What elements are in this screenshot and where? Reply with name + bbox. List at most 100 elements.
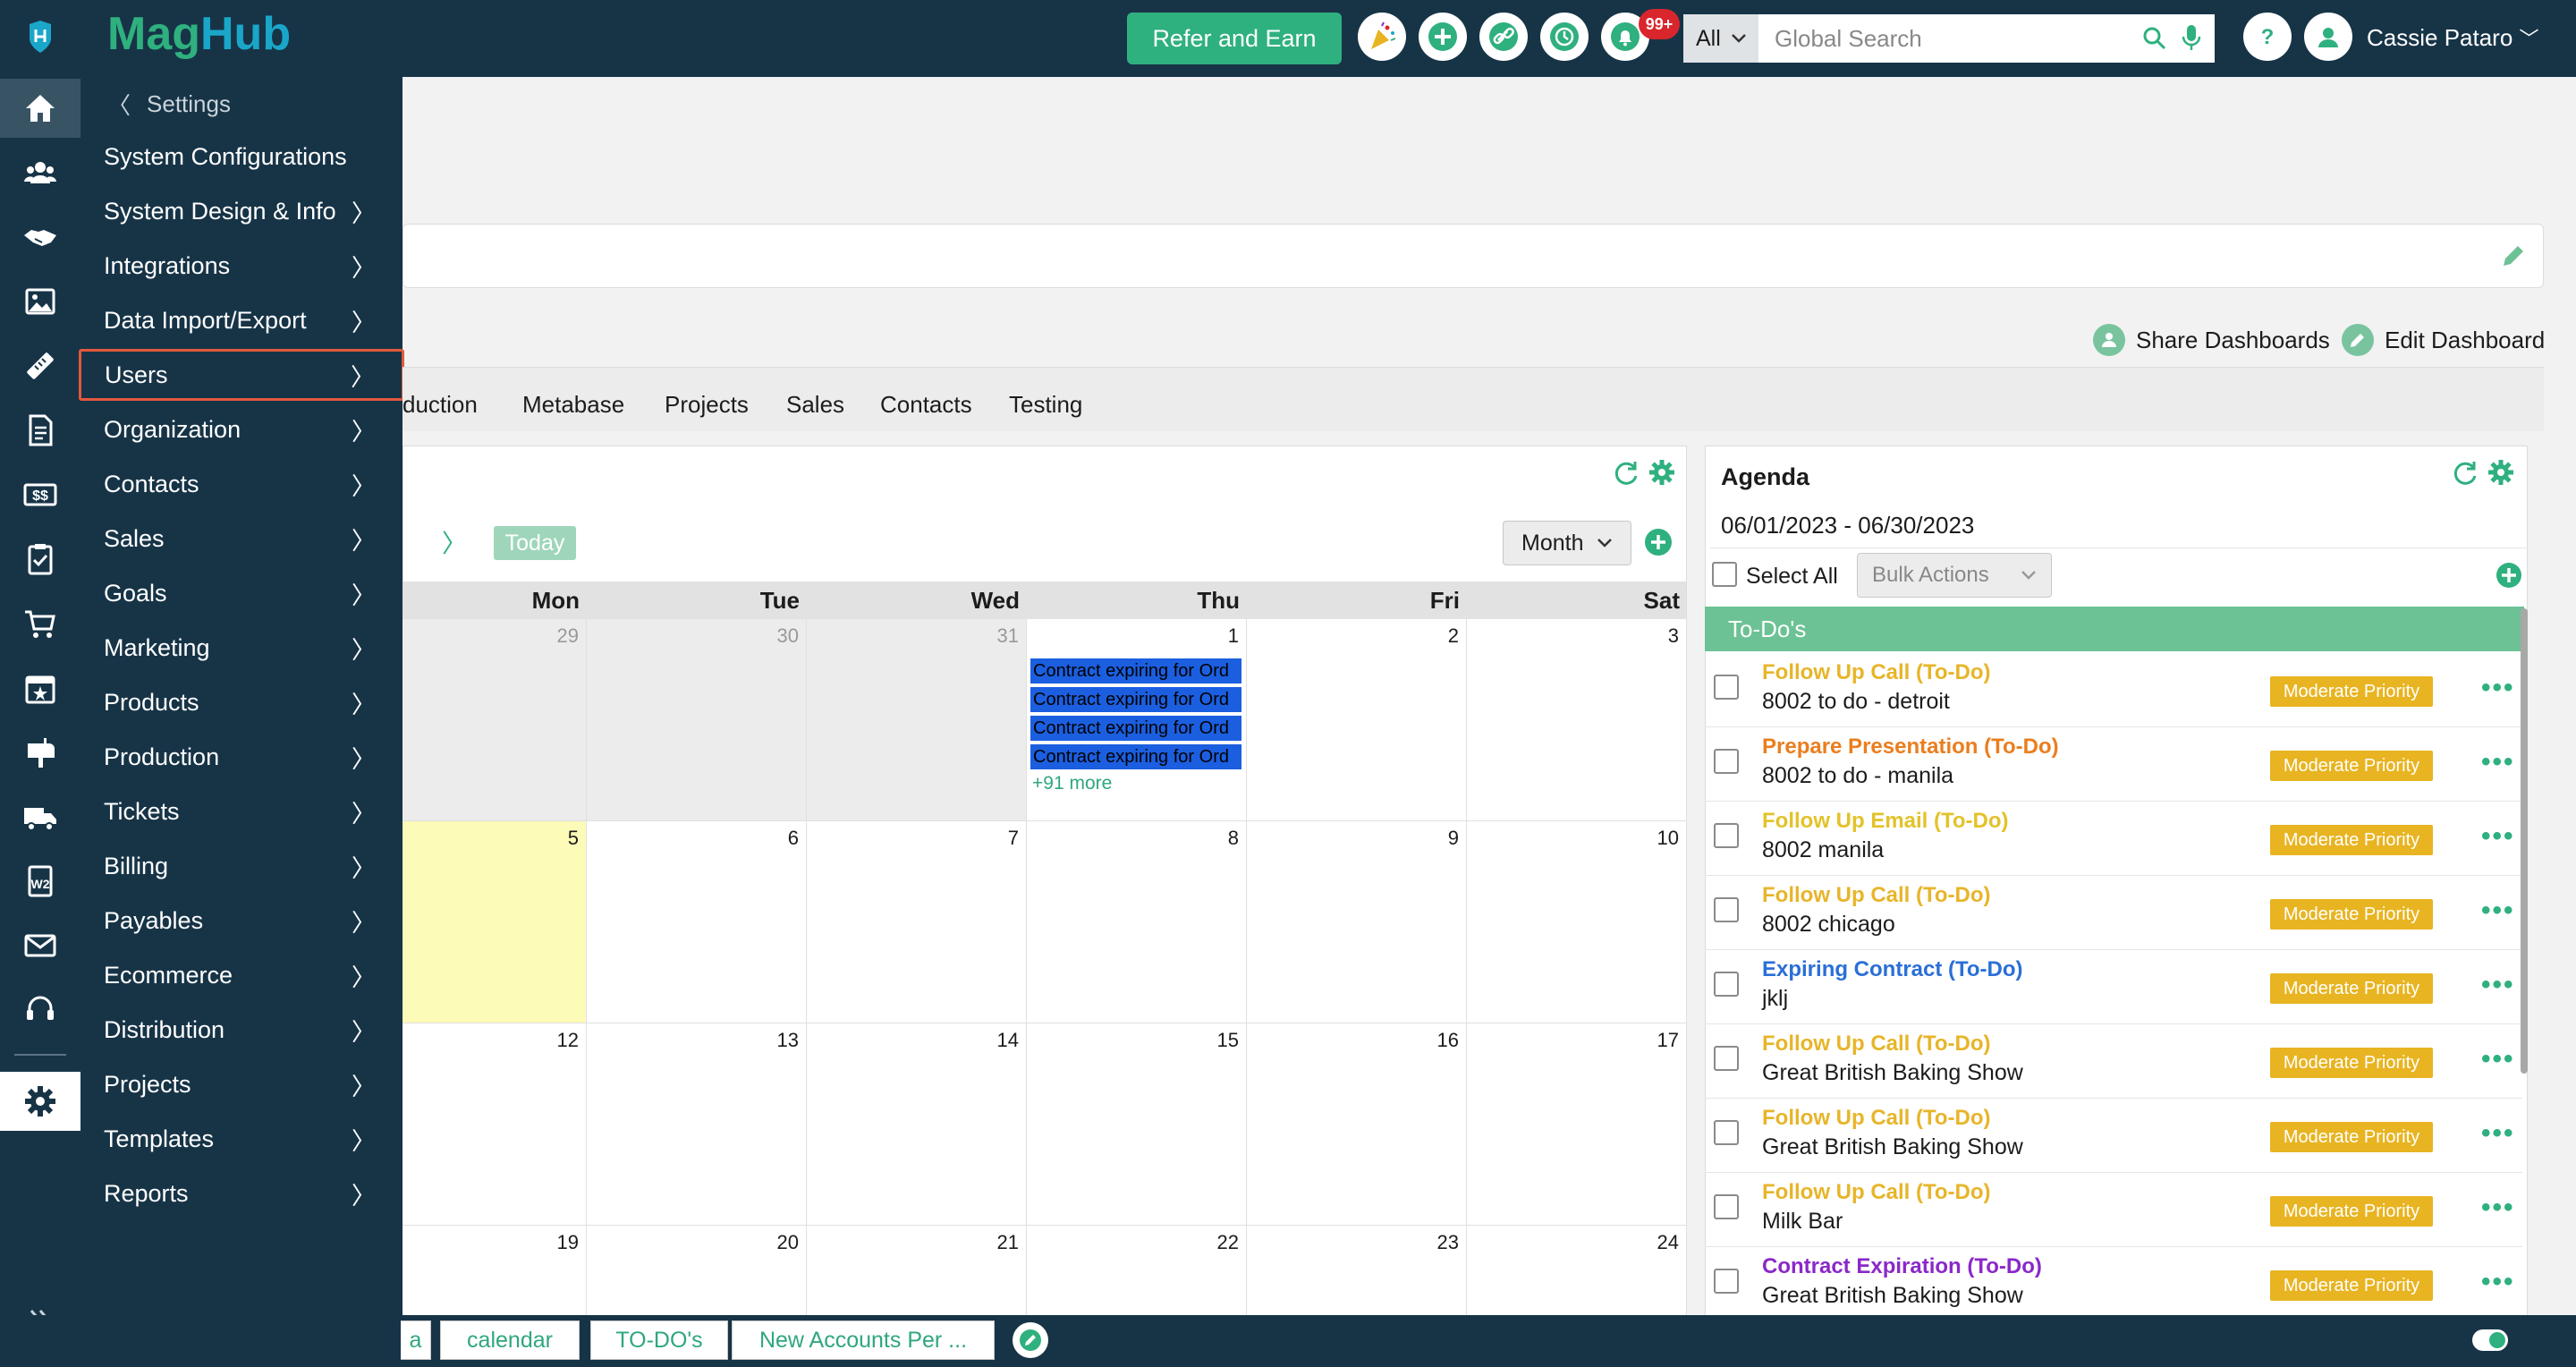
microphone-icon[interactable] [2181, 23, 2202, 54]
agenda-item-checkbox[interactable] [1714, 1120, 1739, 1145]
agenda-item-title[interactable]: Prepare Presentation (To-Do) [1762, 734, 2059, 760]
home-icon[interactable] [0, 79, 80, 138]
menu-item-system-design-info[interactable]: System Design & Info 〉 [80, 185, 402, 237]
refer-and-earn-button[interactable]: Refer and Earn [1127, 13, 1342, 64]
agenda-item-title[interactable]: Expiring Contract (To-Do) [1762, 957, 2023, 982]
calendar-day-cell[interactable]: 9 [1247, 821, 1467, 1023]
delivery-truck-icon[interactable] [0, 787, 80, 846]
calendar-day-cell[interactable]: 13 [587, 1023, 807, 1226]
tab-projects[interactable]: Projects [665, 391, 749, 419]
calendar-event[interactable]: Contract expiring for Ord [1030, 716, 1241, 741]
calendar-day-cell[interactable]: 19 [402, 1226, 587, 1322]
more-options-icon[interactable]: ••• [2481, 1118, 2515, 1149]
calendar-event[interactable]: Contract expiring for Ord [1030, 658, 1241, 684]
tax-form-icon[interactable]: W2 [0, 852, 80, 911]
add-icon[interactable] [1419, 13, 1467, 61]
menu-item-production[interactable]: Production 〉 [80, 731, 402, 783]
agenda-item-title[interactable]: Follow Up Call (To-Do) [1762, 883, 1991, 908]
calendar-view-select[interactable]: Month [1503, 521, 1631, 565]
user-menu-name[interactable]: Cassie Pataro ﹀ [2367, 23, 2539, 52]
more-options-icon[interactable]: ••• [2481, 896, 2515, 926]
add-event-icon[interactable] [1644, 528, 1673, 556]
more-events-link[interactable]: +91 more [1032, 773, 1112, 794]
calendar-day-cell[interactable]: 8 [1027, 821, 1247, 1023]
money-icon[interactable]: $$ [0, 465, 80, 524]
logo-icon[interactable] [0, 7, 80, 66]
calendar-day-cell[interactable]: 21 [807, 1226, 1027, 1322]
menu-item-marketing[interactable]: Marketing 〉 [80, 622, 402, 674]
share-dashboards-button[interactable]: Share Dashboards [2093, 324, 2330, 356]
gear-icon[interactable] [2487, 458, 2515, 487]
more-options-icon[interactable]: ••• [2481, 673, 2515, 703]
calendar-day-cell[interactable]: 20 [587, 1226, 807, 1322]
pencil-icon[interactable] [2498, 241, 2529, 271]
tab-production[interactable]: duction [402, 391, 478, 419]
agenda-item-title[interactable]: Follow Up Email (To-Do) [1762, 809, 2009, 834]
menu-item-reports[interactable]: Reports 〉 [80, 1167, 402, 1219]
agenda-item-checkbox[interactable] [1714, 675, 1739, 700]
calendar-day-cell[interactable]: 17 [1467, 1023, 1687, 1226]
agenda-scrollbar[interactable] [2521, 608, 2528, 1074]
calendar-day-cell[interactable]: 12 [402, 1023, 587, 1226]
menu-item-projects[interactable]: Projects 〉 [80, 1058, 402, 1110]
calendar-day-cell[interactable]: 22 [1027, 1226, 1247, 1322]
gear-icon[interactable] [1648, 458, 1676, 487]
menu-item-users[interactable]: Users 〉 [79, 349, 404, 401]
settings-gear-icon[interactable] [0, 1072, 80, 1131]
calendar-next-arrow[interactable]: 〉 [442, 524, 467, 560]
refresh-icon[interactable] [2451, 458, 2479, 487]
tab-metabase[interactable]: Metabase [522, 391, 624, 419]
agenda-item-title[interactable]: Follow Up Call (To-Do) [1762, 1032, 1991, 1057]
agenda-item-checkbox[interactable] [1714, 1194, 1739, 1219]
menu-item-ecommerce[interactable]: Ecommerce 〉 [80, 949, 402, 1001]
handshake-icon[interactable] [0, 208, 80, 267]
help-icon[interactable]: ? [2243, 13, 2292, 61]
menu-item-integrations[interactable]: Integrations 〉 [80, 240, 402, 292]
menu-item-data-import-export[interactable]: Data Import/Export 〉 [80, 294, 402, 346]
bottom-tab-new-accounts[interactable]: New Accounts Per ... [732, 1320, 995, 1360]
calendar-day-cell[interactable]: 16 [1247, 1023, 1467, 1226]
calendar-day-cell[interactable]: 2 [1247, 619, 1467, 821]
mail-envelope-icon[interactable] [0, 916, 80, 975]
calendar-day-cell[interactable]: 31 [807, 619, 1027, 821]
clipboard-check-icon[interactable] [0, 530, 80, 589]
calendar-day-cell[interactable]: 5 [402, 821, 587, 1023]
more-options-icon[interactable]: ••• [2481, 970, 2515, 1000]
agenda-item-title[interactable]: Follow Up Call (To-Do) [1762, 1180, 1991, 1205]
agenda-item-title[interactable]: Follow Up Call (To-Do) [1762, 1106, 1991, 1131]
agenda-item-checkbox[interactable] [1714, 1269, 1739, 1294]
ad-ruler-icon[interactable] [0, 336, 80, 395]
edit-dashboard-button[interactable]: Edit Dashboard [2342, 324, 2545, 356]
party-popper-icon[interactable] [1358, 13, 1406, 61]
menu-item-contacts[interactable]: Contacts 〉 [80, 458, 402, 510]
today-button[interactable]: Today [494, 526, 576, 560]
search-icon[interactable] [2141, 25, 2168, 52]
agenda-item-checkbox[interactable] [1714, 897, 1739, 922]
shopping-cart-icon[interactable] [0, 594, 80, 653]
bottom-tab-todos[interactable]: TO-DO's [590, 1320, 728, 1360]
calendar-day-cell[interactable]: 23 [1247, 1226, 1467, 1322]
more-options-icon[interactable]: ••• [2481, 821, 2515, 852]
calendar-day-cell[interactable]: 6 [587, 821, 807, 1023]
agenda-item-checkbox[interactable] [1714, 972, 1739, 997]
refresh-icon[interactable] [1612, 458, 1640, 487]
history-icon[interactable] [1540, 13, 1589, 61]
menu-item-tickets[interactable]: Tickets 〉 [80, 785, 402, 837]
menu-item-distribution[interactable]: Distribution 〉 [80, 1004, 402, 1056]
menu-item-goals[interactable]: Goals 〉 [80, 567, 402, 619]
link-icon[interactable] [1479, 13, 1528, 61]
menu-item-sales[interactable]: Sales 〉 [80, 513, 402, 565]
bulk-actions-select[interactable]: Bulk Actions [1857, 553, 2052, 598]
agenda-item-checkbox[interactable] [1714, 1046, 1739, 1071]
calendar-day-cell[interactable]: 15 [1027, 1023, 1247, 1226]
calendar-event[interactable]: Contract expiring for Ord [1030, 687, 1241, 712]
agenda-item-title[interactable]: Contract Expiration (To-Do) [1762, 1254, 2042, 1279]
search-scope-select[interactable]: All [1683, 14, 1758, 63]
bottom-tab-calendar[interactable]: calendar [440, 1320, 580, 1360]
user-avatar-icon[interactable] [2304, 13, 2352, 61]
menu-item-billing[interactable]: Billing 〉 [80, 840, 402, 892]
more-options-icon[interactable]: ••• [2481, 747, 2515, 777]
tab-testing[interactable]: Testing [1009, 391, 1082, 419]
tab-sales[interactable]: Sales [786, 391, 844, 419]
menu-item-organization[interactable]: Organization 〉 [80, 403, 402, 455]
